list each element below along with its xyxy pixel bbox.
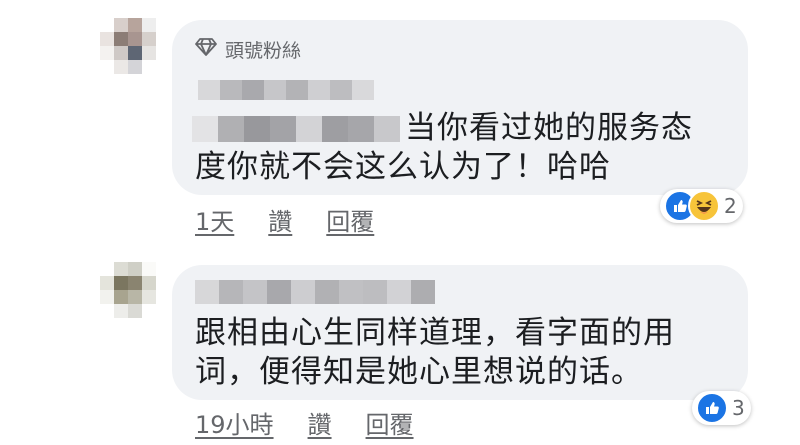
like-button[interactable]: 讚	[308, 405, 332, 440]
timestamp-link[interactable]: 1天	[195, 202, 234, 237]
commenter-name[interactable]	[198, 80, 374, 100]
commenter-name[interactable]	[195, 280, 435, 304]
like-icon	[696, 392, 728, 424]
badge-label: 頭號粉絲	[225, 40, 302, 62]
avatar[interactable]	[100, 262, 156, 318]
comment-text-line: 度你就不会这么认为了！哈哈	[195, 149, 611, 185]
reaction-summary[interactable]: 3	[692, 391, 751, 425]
like-button[interactable]: 讚	[268, 202, 292, 237]
diamond-icon	[195, 38, 217, 61]
comment-text-line: 跟相由心生同样道理，看字面的用	[195, 315, 675, 351]
reply-button[interactable]: 回覆	[326, 202, 374, 237]
timestamp-link[interactable]: 19小時	[195, 405, 274, 440]
blurred-mention	[192, 116, 400, 142]
reaction-summary[interactable]: 2	[660, 189, 743, 223]
comment-actions: 1天 讚 回覆	[195, 202, 374, 237]
comment-text-line: 当你看过她的服务态	[405, 110, 693, 146]
comment-actions: 19小時 讚 回覆	[195, 405, 414, 440]
reaction-count: 2	[724, 194, 737, 218]
reaction-count: 3	[732, 396, 745, 420]
avatar[interactable]	[100, 18, 156, 74]
haha-icon	[688, 190, 720, 222]
top-fan-badge: 頭號粉絲	[195, 36, 301, 63]
comment-text-line: 词，便得知是她心里想说的话。	[195, 354, 643, 390]
reply-button[interactable]: 回覆	[366, 405, 414, 440]
